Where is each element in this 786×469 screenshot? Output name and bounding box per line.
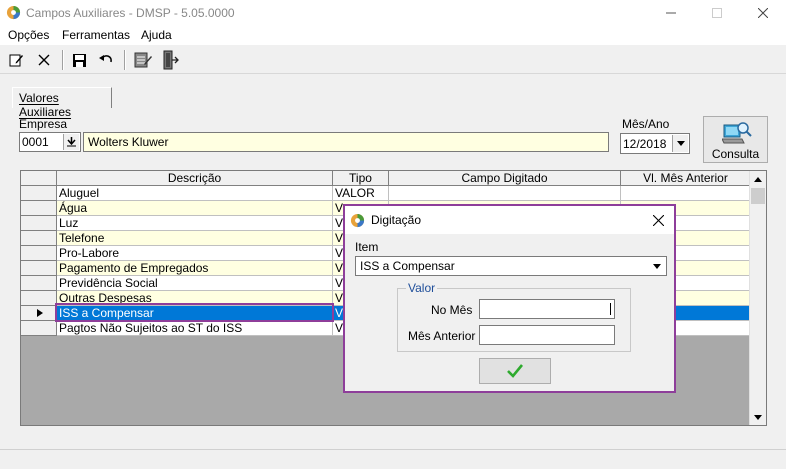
- cell-anterior[interactable]: [621, 186, 751, 201]
- delete-button[interactable]: [33, 49, 55, 71]
- maximize-button[interactable]: [694, 0, 740, 26]
- row-indicator[interactable]: [21, 276, 57, 291]
- exit-button[interactable]: [159, 49, 181, 71]
- edit-button[interactable]: [5, 49, 27, 71]
- maximize-icon: [712, 8, 722, 18]
- row-indicator[interactable]: [21, 246, 57, 261]
- computer-search-icon: [722, 122, 752, 144]
- scroll-down-button[interactable]: [750, 409, 766, 425]
- scroll-thumb[interactable]: [751, 188, 765, 204]
- save-icon: [72, 53, 86, 67]
- grid-vertical-scrollbar[interactable]: [749, 171, 766, 425]
- row-indicator[interactable]: [21, 291, 57, 306]
- edit-icon: [9, 54, 23, 67]
- arrow-up-icon: [754, 176, 762, 182]
- chevron-down-icon: [676, 141, 685, 146]
- status-bar: [0, 449, 786, 469]
- col-vl-mes-anterior[interactable]: Vl. Mês Anterior: [621, 171, 751, 186]
- cell-descricao[interactable]: ISS a Compensar: [57, 306, 333, 321]
- menu-opcoes[interactable]: Opções: [8, 28, 49, 42]
- chevron-down-icon: [653, 263, 661, 269]
- cell-descricao[interactable]: Luz: [57, 216, 333, 231]
- empresa-dropdown-button[interactable]: [63, 134, 79, 150]
- app-logo-icon: [6, 5, 21, 20]
- menu-bar: Opções Ferramentas Ajuda: [0, 26, 786, 45]
- checkmark-icon: [507, 364, 523, 378]
- arrow-down-icon: [754, 414, 762, 420]
- dialog-title-bar: Digitação: [345, 206, 674, 234]
- close-button[interactable]: [740, 0, 786, 26]
- col-tipo[interactable]: Tipo: [333, 171, 389, 186]
- close-icon: [758, 8, 768, 18]
- toolbar: [0, 46, 786, 74]
- menu-ferramentas[interactable]: Ferramentas: [62, 28, 130, 42]
- table-row[interactable]: Aluguel VALOR: [21, 186, 751, 201]
- app-logo-icon: [350, 213, 365, 228]
- text-cursor: [610, 303, 611, 315]
- cell-descricao[interactable]: Pagtos Não Sujeitos ao ST do ISS: [57, 321, 333, 336]
- empresa-code-combo[interactable]: 0001: [19, 132, 81, 152]
- cell-descricao[interactable]: Previdência Social: [57, 276, 333, 291]
- grid-header-indicator: [21, 171, 57, 186]
- close-icon: [652, 214, 664, 226]
- cell-descricao[interactable]: Outras Despesas: [57, 291, 333, 306]
- row-indicator[interactable]: [21, 201, 57, 216]
- notepad-icon: [134, 52, 152, 68]
- cell-tipo[interactable]: VALOR: [333, 186, 389, 201]
- cell-descricao[interactable]: Telefone: [57, 231, 333, 246]
- cell-descricao[interactable]: Pro-Labore: [57, 246, 333, 261]
- undo-icon: [99, 55, 112, 63]
- empresa-name-field: Wolters Kluwer: [83, 132, 609, 152]
- mesano-value: 12/2018: [623, 137, 667, 151]
- undo-button[interactable]: [95, 49, 117, 71]
- consulta-button[interactable]: Consulta: [703, 116, 768, 163]
- row-indicator[interactable]: [21, 231, 57, 246]
- consulta-label: Consulta: [711, 147, 760, 161]
- empresa-code-value: 0001: [22, 135, 49, 149]
- mes-anterior-label: Mês Anterior: [408, 329, 476, 343]
- dialog-close-button[interactable]: [648, 210, 668, 230]
- mesano-label: Mês/Ano: [622, 117, 670, 131]
- row-indicator[interactable]: [21, 261, 57, 276]
- item-select[interactable]: ISS a Compensar: [355, 256, 667, 276]
- menu-ajuda[interactable]: Ajuda: [141, 28, 172, 42]
- no-mes-input[interactable]: [479, 299, 615, 319]
- download-arrow-icon: [67, 137, 76, 147]
- mes-anterior-input[interactable]: [479, 325, 615, 345]
- no-mes-label: No Mês: [431, 303, 473, 317]
- save-button[interactable]: [68, 49, 90, 71]
- cell-campo[interactable]: [389, 186, 621, 201]
- item-select-value: ISS a Compensar: [360, 259, 455, 273]
- digitacao-dialog: Digitação Item ISS a Compensar Valor No …: [343, 204, 676, 393]
- item-label: Item: [355, 240, 379, 254]
- empresa-label: Empresa: [19, 117, 68, 131]
- cell-descricao[interactable]: Aluguel: [57, 186, 333, 201]
- confirm-button[interactable]: [479, 358, 551, 384]
- item-dropdown-button[interactable]: [649, 258, 665, 274]
- grid-header: Descrição Tipo Campo Digitado Vl. Mês An…: [21, 171, 751, 186]
- title-bar: Campos Auxiliares - DMSP - 5.05.0000: [0, 0, 786, 26]
- col-campo-digitado[interactable]: Campo Digitado: [389, 171, 621, 186]
- row-indicator[interactable]: [21, 321, 57, 336]
- empresa-name-value: Wolters Kluwer: [88, 135, 169, 149]
- cell-descricao[interactable]: Água: [57, 201, 333, 216]
- col-descricao[interactable]: Descrição: [57, 171, 333, 186]
- minimize-icon: [666, 12, 676, 14]
- row-indicator-current[interactable]: [21, 306, 57, 321]
- cell-descricao[interactable]: Pagamento de Empregados: [57, 261, 333, 276]
- mesano-dropdown-button[interactable]: [672, 135, 688, 152]
- minimize-button[interactable]: [648, 0, 694, 26]
- delete-icon: [38, 54, 50, 66]
- row-indicator[interactable]: [21, 216, 57, 231]
- exit-door-icon: [163, 50, 179, 70]
- window-title: Campos Auxiliares - DMSP - 5.05.0000: [26, 6, 235, 20]
- valor-group-label: Valor: [406, 281, 438, 295]
- scroll-up-button[interactable]: [750, 171, 766, 187]
- dialog-title: Digitação: [371, 213, 422, 227]
- notepad-button[interactable]: [132, 49, 154, 71]
- tab-label: Valores Auxiliares: [19, 91, 72, 119]
- tab-valores-auxiliares[interactable]: Valores Auxiliares: [12, 87, 112, 119]
- mesano-combo[interactable]: 12/2018: [620, 133, 690, 154]
- row-indicator[interactable]: [21, 186, 57, 201]
